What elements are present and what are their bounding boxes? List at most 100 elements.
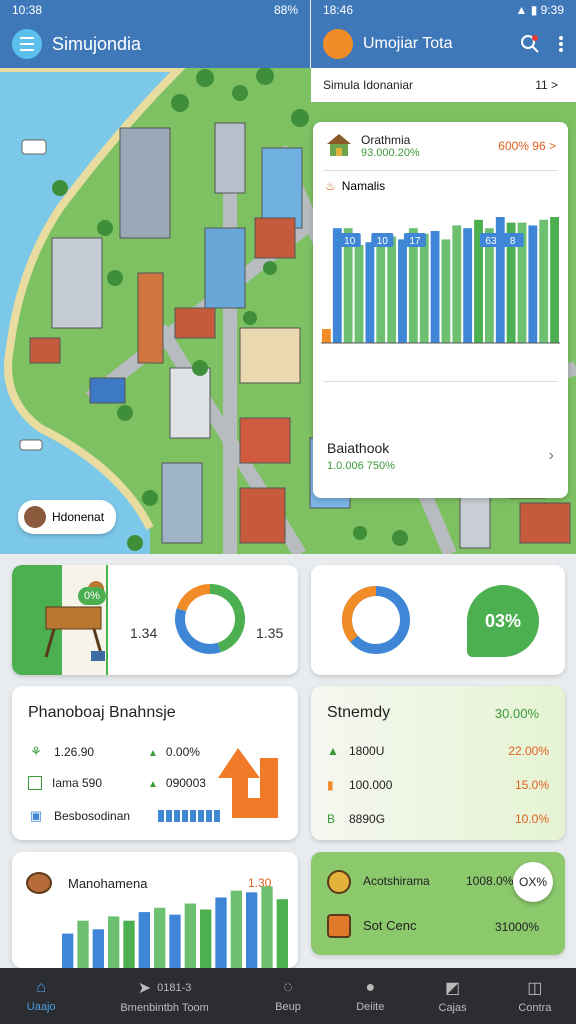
chart-bar <box>169 914 181 968</box>
card3-row-value: ▲ 0.00% <box>148 745 200 759</box>
bottom-nav: ⌂ Uaajo ➤ 0181-3 Bmenbintbh Toom ◌ Beup … <box>0 968 576 1024</box>
avatar <box>24 506 46 528</box>
document-icon: ▣ <box>29 808 43 823</box>
stats-card-5[interactable]: Manohamena 1.30 <box>12 852 298 968</box>
card3-row-3: ▣ Besbosodinan <box>28 808 220 824</box>
card4-row-label: 1800U <box>349 744 385 758</box>
info-row[interactable]: Orathmia 93.000.20% 600% 96 > <box>313 122 568 170</box>
chart-bar <box>441 239 451 343</box>
chart-bar <box>230 890 242 968</box>
donut-slice <box>176 584 211 612</box>
card6-row-value: 31000% <box>495 920 540 934</box>
card3-row-label: Besbosodinan <box>54 809 131 823</box>
search-icon[interactable] <box>520 34 540 54</box>
chart-bar <box>138 912 150 968</box>
flame-icon: ♨ <box>325 179 336 193</box>
chart-bar <box>376 239 386 343</box>
donut-slice <box>209 584 245 653</box>
stats-card-2[interactable]: 03% <box>311 565 565 675</box>
temple-icon <box>327 134 351 156</box>
map-location-badge[interactable]: Hdonenat <box>18 500 117 534</box>
chart-bar <box>261 886 273 968</box>
nav-label: Contra <box>518 1002 552 1014</box>
panel-icon: ◫ <box>527 980 543 997</box>
chart-bar <box>387 236 397 343</box>
chart-bar <box>77 920 89 968</box>
chart-bar <box>322 329 331 343</box>
chart-bar <box>276 899 288 968</box>
letter-icon: B <box>327 812 336 826</box>
card1-left-value: 1.34 <box>130 625 158 641</box>
card4-row-label: 8890G <box>349 812 386 826</box>
status-battery: 88% <box>273 3 298 17</box>
data-label: 63 <box>485 236 497 247</box>
info-row-sub: 93.000.20% <box>361 147 420 159</box>
send-icon: ➤ <box>137 980 152 997</box>
book-title: Baiathook <box>327 440 390 456</box>
sprout-icon: ⚘ <box>30 744 42 759</box>
flag-badge: 0% <box>78 587 106 605</box>
chart-bar <box>430 231 440 343</box>
nav-boxes[interactable]: ◩ Cajas <box>411 968 493 1024</box>
app-bar-right: Umojiar Tota <box>311 20 576 68</box>
app-bar-left: Simujondia <box>0 20 310 68</box>
chart-header: ♨ Namalis <box>313 171 568 193</box>
chart-bar <box>463 228 473 343</box>
box-icon: ◩ <box>445 980 461 997</box>
search-circle-icon: ◌ <box>283 979 293 996</box>
chart-bar <box>550 217 559 343</box>
card3-title: Phanoboaj Bnahnsje <box>28 704 176 721</box>
checkbox-icon <box>28 776 42 790</box>
nav-details[interactable]: ● Deiite <box>329 968 411 1024</box>
bar-icon: ▮ <box>327 778 334 792</box>
stats-card-6[interactable]: Acotshirama 1008.0% Sot Cenc 31000% OX% <box>311 852 565 955</box>
chart-bar <box>92 929 104 968</box>
card4-row-value: 10.0% <box>514 812 549 826</box>
chart-bar <box>154 907 166 968</box>
chart-bar <box>539 219 549 343</box>
percent-badge: 03% <box>467 585 539 657</box>
search-count: 11 > <box>535 78 558 92</box>
book-row[interactable]: Baiathook 1.0.006 750% › <box>313 440 568 472</box>
shell-icon <box>327 870 351 894</box>
nav-home[interactable]: ⌂ Uaajo <box>0 968 82 1024</box>
stats-card-4[interactable]: Stnemdy 30.00% ▲ 1800U 22.00% ▮ 100.000 … <box>311 686 565 840</box>
stats-card-1[interactable]: 0% 1.34 1.35 <box>12 565 298 675</box>
nav-contra[interactable]: ◫ Contra <box>494 968 576 1024</box>
nav-search[interactable]: ◌ Beup <box>247 968 329 1024</box>
arrow-up-icon <box>218 748 278 818</box>
info-row-value: 600% 96 > <box>498 139 556 153</box>
card6-row-label: Sot Cenc <box>363 918 417 933</box>
data-label: 8 <box>510 236 516 247</box>
card4-title: Stnemdy <box>327 704 391 721</box>
card4-row-3: B 8890G 10.0% <box>327 812 549 826</box>
flag-pole <box>106 565 108 675</box>
menu-button-orange[interactable] <box>323 29 353 59</box>
chart-bar <box>398 239 407 343</box>
nav-navigate[interactable]: ➤ 0181-3 Bmenbintbh Toom <box>82 968 247 1024</box>
fab-button[interactable]: OX% <box>513 862 553 902</box>
card4-row-value: 15.0% <box>514 778 549 792</box>
card4-row-label: 100.000 <box>349 778 393 792</box>
hamburger-icon <box>20 35 34 53</box>
status-bar-right: 18:46 ▲ ▮ 9:39 <box>311 0 576 20</box>
chart-bar <box>215 897 227 968</box>
app-title-right: Umojiar Tota <box>363 35 453 52</box>
menu-button[interactable] <box>12 29 42 59</box>
ring-chart <box>341 585 410 654</box>
more-vert-icon[interactable] <box>558 34 564 54</box>
nav-label: Bmenbintbh Toom <box>120 1002 209 1014</box>
status-time: 10:38 <box>12 3 43 17</box>
card4-title-value: 30.00% <box>494 706 539 721</box>
map-badge-label: Hdonenat <box>52 510 105 524</box>
chart-bar <box>184 903 196 968</box>
card3-row-label: 1.26.90 <box>54 745 95 759</box>
chart-bar <box>365 242 375 343</box>
lion-icon <box>327 914 351 938</box>
status-time-right: 18:46 <box>323 3 354 17</box>
stats-card-3[interactable]: Phanoboaj Bnahnsje ⚘ 1.26.90 ▲ 0.00% Iama… <box>12 686 298 840</box>
search-bar[interactable]: Simula Idonaniar 11 > <box>311 68 576 102</box>
nav-label: Cajas <box>438 1002 467 1014</box>
status-icons-right: ▲ ▮ 9:39 <box>515 3 564 17</box>
status-bar-left: 10:38 88% <box>0 0 310 20</box>
